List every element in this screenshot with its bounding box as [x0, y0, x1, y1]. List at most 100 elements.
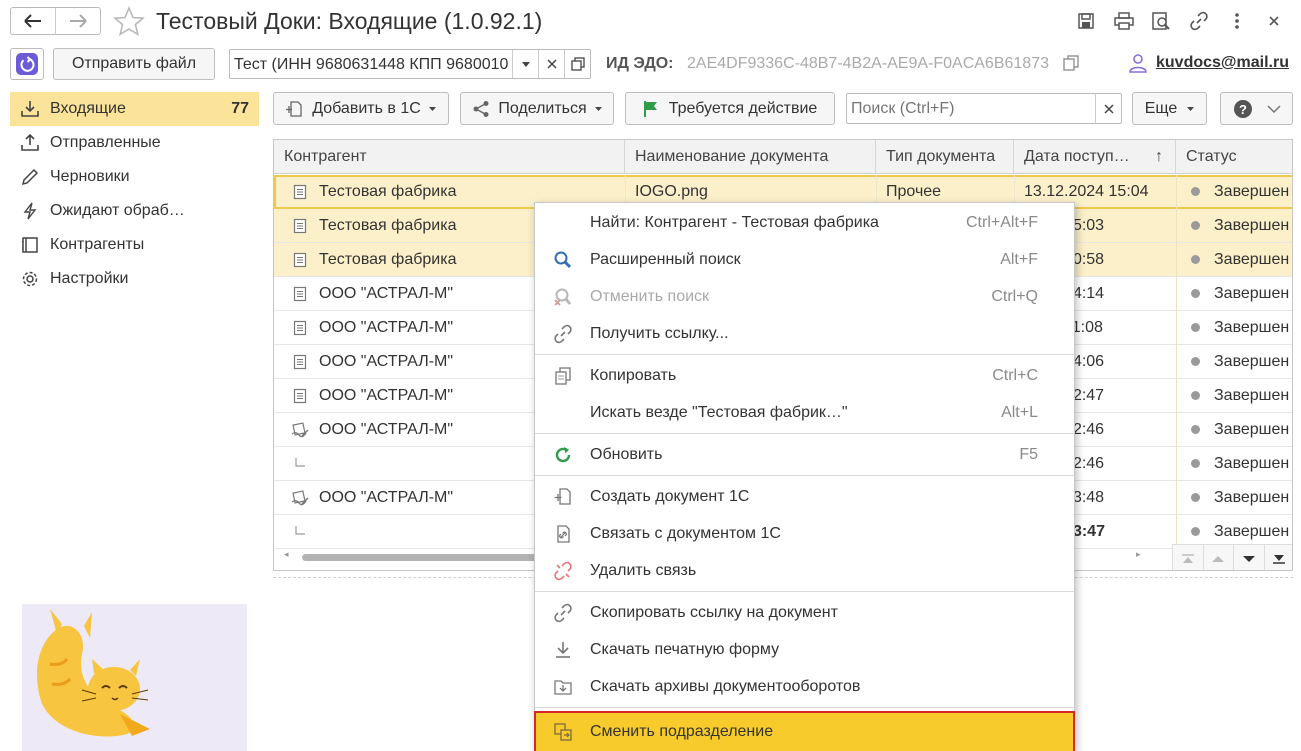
- chevron-down-icon: [594, 106, 602, 111]
- favorite-button[interactable]: [113, 6, 145, 36]
- sidebar-item-label: Отправленные: [50, 134, 161, 151]
- sidebar-item-pending[interactable]: Ожидают обраб…: [10, 194, 259, 228]
- forward-button[interactable]: [55, 8, 100, 34]
- incoming-count-badge: 77: [231, 100, 249, 117]
- column-header-date[interactable]: Дата поступ… ↑: [1014, 140, 1176, 174]
- context-menu-item[interactable]: Скачать печатную форму: [535, 631, 1074, 668]
- contacts-icon: [10, 236, 50, 254]
- column-header-document-name[interactable]: Наименование документа: [625, 140, 876, 174]
- search-input[interactable]: [847, 94, 1095, 123]
- context-menu-item[interactable]: Найти: Контрагент - Тестовая фабрика Ctrl…: [535, 204, 1074, 241]
- status-text: Завершен: [1214, 387, 1290, 404]
- status-text: Завершен: [1214, 217, 1290, 234]
- signed-document-icon: [288, 413, 312, 447]
- sidebar-item-label: Ожидают обраб…: [50, 202, 185, 219]
- share-button[interactable]: Поделиться: [460, 92, 614, 125]
- create-document-icon: [535, 487, 590, 507]
- status-text: Завершен: [1214, 319, 1290, 336]
- download-icon: [535, 640, 590, 660]
- scroll-left-arrow[interactable]: ◂: [284, 549, 289, 560]
- scroll-right-arrow[interactable]: ▸: [1136, 549, 1141, 560]
- arrow-to-bottom-icon: [1273, 554, 1286, 564]
- svg-text:?: ?: [1239, 102, 1247, 117]
- green-flag-icon: [643, 100, 657, 117]
- status-text: Завершен: [1214, 455, 1290, 472]
- mascot-illustration: [22, 604, 247, 751]
- link-icon: [535, 324, 590, 344]
- context-menu-item[interactable]: Копировать Ctrl+C: [535, 357, 1074, 394]
- sidebar-item-sent[interactable]: Отправленные: [10, 126, 259, 160]
- app-logo-icon: [16, 53, 38, 75]
- column-header-contractor[interactable]: Контрагент: [274, 140, 625, 174]
- add-to-1c-button[interactable]: Добавить в 1С: [273, 92, 449, 125]
- context-menu-item[interactable]: Скопировать ссылку на документ: [535, 594, 1074, 631]
- clear-button[interactable]: [538, 50, 564, 78]
- search-clear-button[interactable]: [1095, 94, 1121, 123]
- context-menu-item[interactable]: Сменить подразделение: [534, 711, 1075, 751]
- close-icon[interactable]: [1263, 10, 1285, 32]
- sidebar-item-drafts[interactable]: Черновики: [10, 160, 259, 194]
- context-menu-item[interactable]: Создать документ 1С: [535, 478, 1074, 515]
- context-menu-item[interactable]: Связать с документом 1С: [535, 515, 1074, 552]
- scroll-down-button[interactable]: [1234, 545, 1265, 570]
- print-icon[interactable]: [1113, 10, 1135, 32]
- user-icon: [1128, 53, 1148, 73]
- context-menu-item[interactable]: Удалить связь: [535, 552, 1074, 589]
- column-header-status[interactable]: Статус: [1176, 140, 1292, 174]
- context-menu-item[interactable]: Скачать архивы документооборотов: [535, 668, 1074, 705]
- navigation-buttons: [1172, 544, 1293, 570]
- document-icon: [288, 175, 312, 209]
- organization-select-value: Тест (ИНН 9680631448 КПП 9680010: [234, 56, 509, 73]
- open-button[interactable]: [564, 50, 590, 78]
- send-file-button[interactable]: Отправить файл: [53, 48, 215, 80]
- preview-icon[interactable]: [1150, 10, 1172, 32]
- context-menu-item[interactable]: Обновить F5: [535, 436, 1074, 473]
- unlink-icon: [535, 561, 590, 581]
- pencil-icon: [10, 168, 50, 186]
- action-required-button[interactable]: Требуется действие: [625, 92, 835, 125]
- cell-status: Завершен: [1176, 175, 1292, 209]
- menu-separator: [535, 591, 1074, 592]
- app-window: Тестовый Доки: Входящие (1.0.92.1) Отпра…: [0, 0, 1301, 751]
- context-menu-label: Скачать архивы документооборотов: [590, 677, 861, 695]
- context-menu-item[interactable]: Искать везде "Тестовая фабрик…" Alt+L: [535, 394, 1074, 431]
- sidebar-item-contractors[interactable]: Контрагенты: [10, 228, 259, 262]
- scroll-last-button[interactable]: [1265, 545, 1293, 570]
- scroll-first-button[interactable]: [1173, 545, 1204, 570]
- window-title: Тестовый Доки: Входящие (1.0.92.1): [156, 8, 543, 34]
- context-menu-item[interactable]: Получить ссылку...: [535, 315, 1074, 352]
- navigation-group: [10, 7, 101, 35]
- copy-id-button[interactable]: [1063, 55, 1079, 71]
- back-button[interactable]: [11, 8, 55, 34]
- column-header-document-type[interactable]: Тип документа: [876, 140, 1014, 174]
- arrow-left-icon: [24, 14, 41, 28]
- user-email-link[interactable]: kuvdocs@mail.ru: [1156, 54, 1289, 72]
- menu-separator: [535, 433, 1074, 434]
- app-menu-button[interactable]: [10, 48, 44, 80]
- chevron-down-icon: [1266, 104, 1281, 113]
- chevron-down-icon: [428, 106, 436, 111]
- add-to-1c-label: Добавить в 1С: [312, 99, 421, 117]
- context-menu-shortcut: Alt+L: [1001, 403, 1038, 421]
- sidebar-item-settings[interactable]: Настройки: [10, 262, 259, 296]
- cell-status: Завершен: [1176, 311, 1292, 345]
- refresh-icon: [535, 445, 590, 465]
- dropdown-button[interactable]: [512, 50, 538, 78]
- share-label: Поделиться: [498, 99, 587, 117]
- more-vertical-icon[interactable]: [1226, 10, 1248, 32]
- context-menu-item[interactable]: Расширенный поиск Alt+F: [535, 241, 1074, 278]
- status-dot-icon: [1191, 288, 1200, 298]
- help-button[interactable]: ?: [1220, 92, 1293, 125]
- organization-select[interactable]: Тест (ИНН 9680631448 КПП 9680010: [229, 49, 591, 79]
- cell-status: Завершен: [1176, 481, 1292, 515]
- close-icon: [546, 59, 557, 69]
- link-icon[interactable]: [1188, 10, 1210, 32]
- question-icon: ?: [1233, 99, 1252, 118]
- cell-status: Завершен: [1176, 345, 1292, 379]
- sidebar-item-incoming[interactable]: Входящие 77: [10, 92, 259, 126]
- more-button[interactable]: Еще: [1132, 92, 1207, 125]
- sidebar-item-label: Входящие: [50, 100, 126, 117]
- tree-child-icon: [288, 447, 312, 481]
- save-icon[interactable]: [1075, 10, 1097, 32]
- scroll-up-button[interactable]: [1204, 545, 1234, 570]
